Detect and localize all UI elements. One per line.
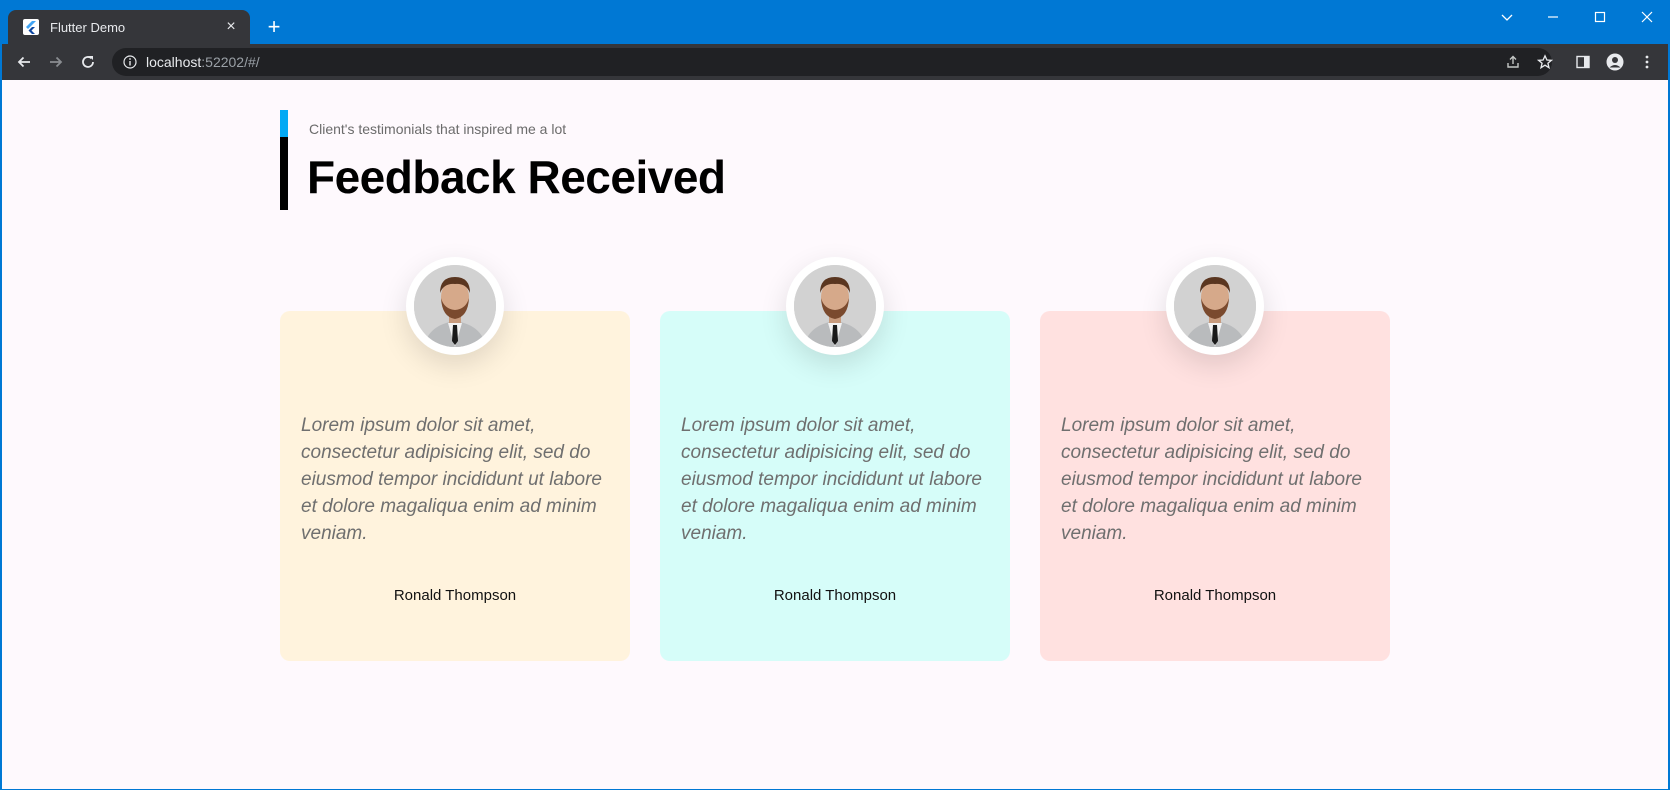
avatar: [406, 257, 504, 355]
avatar-photo: [794, 265, 876, 347]
avatar-photo: [414, 265, 496, 347]
testimonial-author: Ronald Thompson: [1153, 587, 1277, 604]
testimonial-author: Ronald Thompson: [773, 587, 897, 604]
profile-icon[interactable]: [1603, 50, 1627, 74]
section-subtitle: Client's testimonials that inspired me a…: [309, 121, 567, 137]
browser-toolbar: localhost:52202/#/: [2, 44, 1668, 80]
bookmark-star-icon[interactable]: [1533, 50, 1557, 74]
site-info-icon[interactable]: [122, 54, 138, 70]
menu-dots-icon[interactable]: [1635, 50, 1659, 74]
url-host: localhost: [146, 54, 202, 70]
close-tab-icon[interactable]: ×: [222, 18, 240, 36]
section-title: Feedback Received: [307, 151, 726, 203]
address-bar[interactable]: localhost:52202/#/: [112, 48, 1552, 76]
forward-arrow-icon[interactable]: [44, 50, 68, 74]
flutter-icon: [22, 18, 40, 36]
heading-accent-bar: [280, 110, 288, 210]
side-panel-icon[interactable]: [1571, 50, 1595, 74]
testimonial-author: Ronald Thompson: [393, 587, 517, 604]
tab-search-icon[interactable]: [1487, 4, 1527, 30]
reload-icon[interactable]: [76, 50, 100, 74]
avatar: [786, 257, 884, 355]
testimonial-card: Lorem ipsum dolor sit amet, consectetur …: [660, 311, 1010, 661]
back-arrow-icon[interactable]: [12, 50, 36, 74]
testimonial-card: Lorem ipsum dolor sit amet, consectetur …: [1040, 311, 1390, 661]
avatar-photo: [1174, 265, 1256, 347]
close-window-icon[interactable]: [1627, 4, 1667, 30]
url-path: :52202/#/: [201, 54, 260, 70]
browser-tab[interactable]: Flutter Demo ×: [8, 10, 250, 44]
page-content: Client's testimonials that inspired me a…: [2, 80, 1668, 789]
minimize-icon[interactable]: [1533, 4, 1573, 30]
maximize-icon[interactable]: [1580, 4, 1620, 30]
share-icon[interactable]: [1501, 50, 1525, 74]
new-tab-button[interactable]: +: [262, 15, 286, 39]
title-bar: Flutter Demo × +: [0, 0, 1670, 44]
heading-accent-highlight: [280, 110, 288, 137]
tab-title: Flutter Demo: [50, 19, 126, 35]
testimonial-text: Lorem ipsum dolor sit amet, consectetur …: [301, 415, 603, 544]
testimonial-card: Lorem ipsum dolor sit amet, consectetur …: [280, 311, 630, 661]
avatar: [1166, 257, 1264, 355]
testimonial-text: Lorem ipsum dolor sit amet, consectetur …: [681, 415, 983, 544]
testimonial-text: Lorem ipsum dolor sit amet, consectetur …: [1061, 415, 1363, 544]
